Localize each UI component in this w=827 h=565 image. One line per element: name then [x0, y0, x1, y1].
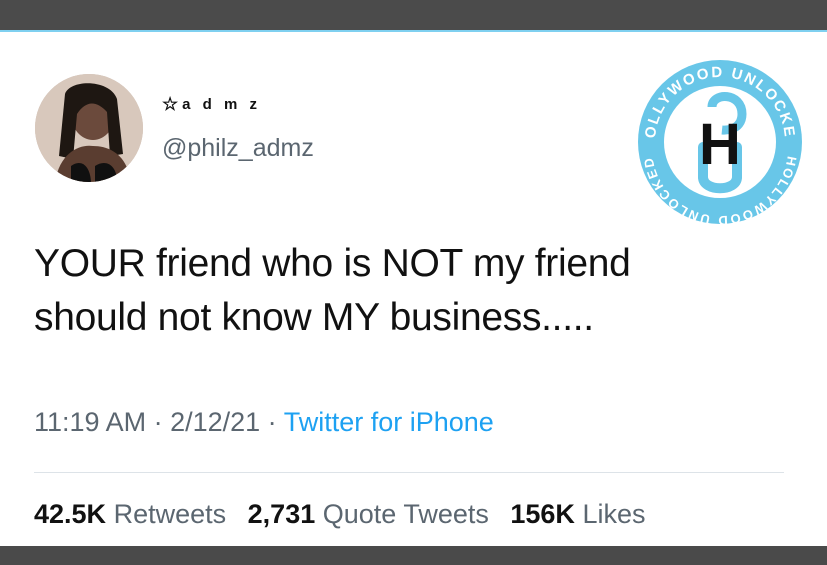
tweet-card[interactable]: ☆ a d m z @philz_admz HOLLYWOOD UNLOCKED…	[0, 30, 827, 546]
tweet-date[interactable]: 2/12/21	[170, 407, 260, 437]
display-name-text: a d m z	[182, 96, 261, 113]
tweet-text: YOUR friend who is NOT my friend should …	[34, 237, 754, 345]
tweet-source-link[interactable]: Twitter for iPhone	[284, 407, 494, 437]
bottom-letterbox-band	[0, 546, 827, 565]
hollywood-unlocked-logo: HOLLYWOOD UNLOCKED HOLLYWOOD UNLOCKED H	[630, 52, 802, 228]
quote-tweets-stat[interactable]: 2,731 Quote Tweets	[248, 499, 489, 529]
tweet-text-line-2: should not know MY business.....	[34, 296, 594, 339]
separator-dot: ·	[260, 407, 284, 437]
tweet-time[interactable]: 11:19 AM	[34, 407, 146, 437]
tweet-metadata: 11:19 AM · 2/12/21 · Twitter for iPhone	[34, 407, 494, 438]
likes-count: 156K	[510, 499, 575, 529]
logo-monogram: H	[699, 112, 741, 177]
retweets-count: 42.5K	[34, 499, 107, 529]
quote-tweets-count: 2,731	[247, 499, 316, 529]
tweet-text-line-1: YOUR friend who is NOT my friend	[34, 242, 631, 285]
user-avatar[interactable]	[35, 74, 143, 182]
avatar-photo	[35, 74, 143, 182]
user-handle[interactable]: @philz_admz	[162, 134, 314, 163]
star-icon: ☆	[162, 94, 179, 114]
quote-tweets-label: Quote Tweets	[322, 499, 489, 529]
top-letterbox-band	[0, 0, 827, 30]
divider	[34, 472, 784, 473]
retweets-label: Retweets	[113, 499, 227, 529]
user-display-name[interactable]: ☆ a d m z	[162, 94, 261, 115]
likes-label: Likes	[582, 499, 646, 529]
separator-dot: ·	[146, 407, 171, 437]
retweets-stat[interactable]: 42.5K Retweets	[34, 499, 226, 529]
likes-stat[interactable]: 156K Likes	[510, 499, 645, 529]
tweet-stats: 42.5K Retweets 2,731 Quote Tweets 156K L…	[34, 499, 659, 530]
